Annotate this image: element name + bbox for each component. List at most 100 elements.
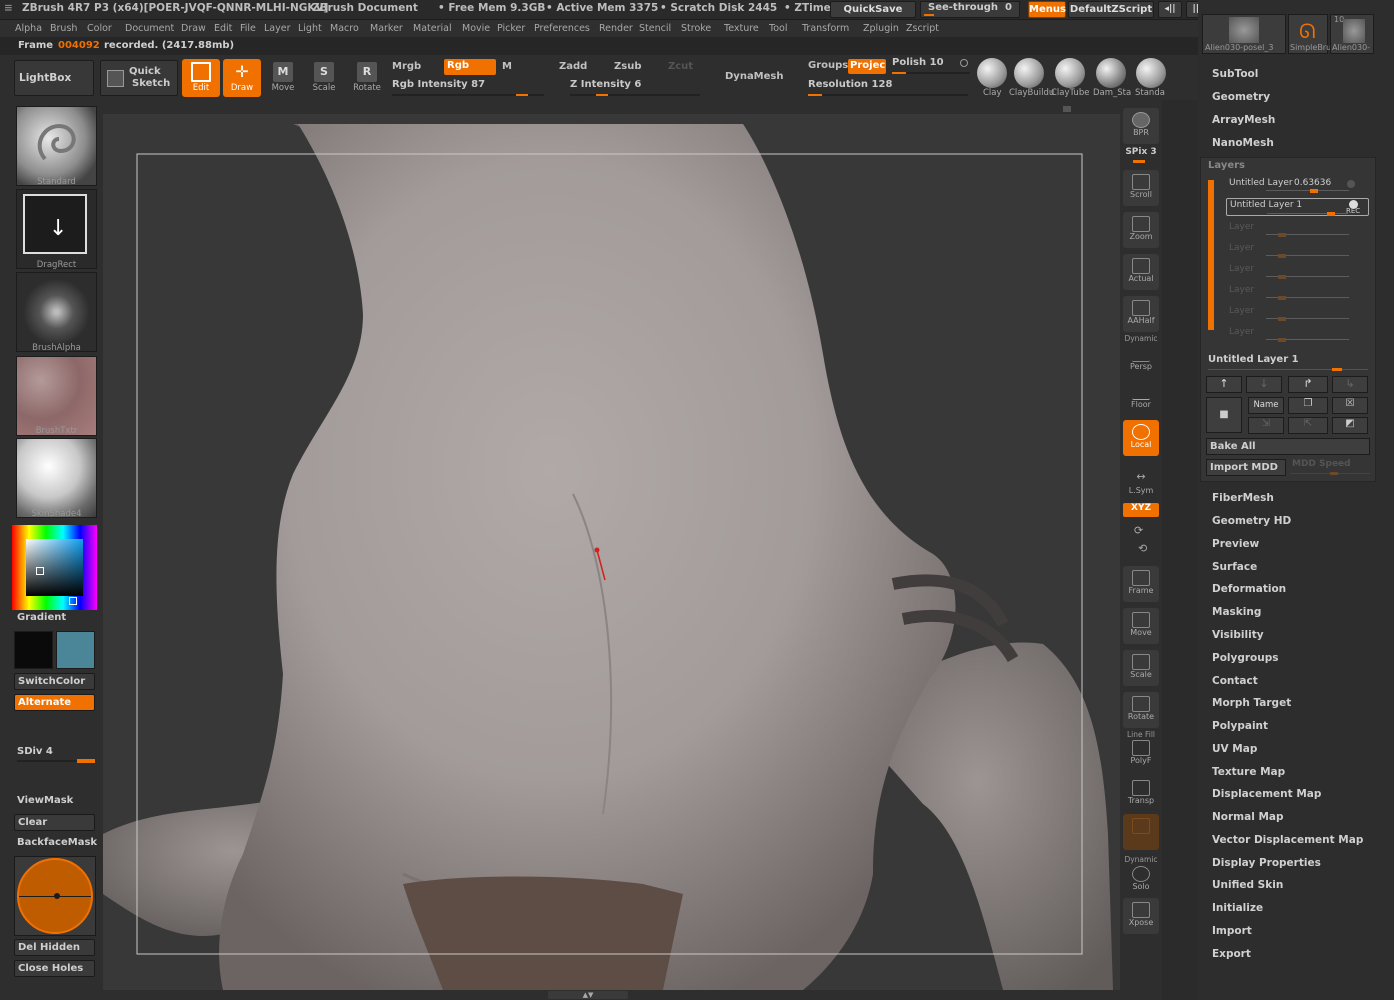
- deformation-item[interactable]: Deformation: [1212, 583, 1286, 595]
- close-holes-button[interactable]: Close Holes: [14, 960, 95, 977]
- normal-map-item[interactable]: Normal Map: [1212, 811, 1284, 823]
- menu-draw[interactable]: Draw: [181, 23, 206, 34]
- solo-button[interactable]: Solo: [1123, 862, 1159, 898]
- tool-thumb-1[interactable]: Alien030-posel_3: [1202, 14, 1286, 54]
- menu-preferences[interactable]: Preferences: [534, 23, 590, 34]
- m-button[interactable]: M: [502, 61, 512, 72]
- layer-settings-icon[interactable]: ◩: [1332, 417, 1368, 434]
- menu-macro[interactable]: Macro: [330, 23, 359, 34]
- menu-render[interactable]: Render: [599, 23, 633, 34]
- menu-stroke[interactable]: Stroke: [681, 23, 711, 34]
- aahalf-button[interactable]: AAHalf: [1123, 296, 1159, 332]
- import-mdd-button[interactable]: Import MDD: [1206, 459, 1286, 476]
- masking-item[interactable]: Masking: [1212, 606, 1261, 618]
- alternate-button[interactable]: Alternate: [14, 694, 95, 711]
- layer-1-rec[interactable]: REC: [1346, 207, 1360, 215]
- lightbox-button[interactable]: LightBox: [14, 60, 94, 96]
- zoom-button[interactable]: Zoom: [1123, 212, 1159, 248]
- texture-map-item[interactable]: Texture Map: [1212, 766, 1285, 778]
- actual-button[interactable]: Actual: [1123, 254, 1159, 290]
- menus-button[interactable]: Menus: [1028, 1, 1066, 18]
- name-button[interactable]: Name: [1248, 397, 1284, 414]
- tool-thumb-2[interactable]: ᘏ SimpleBrush: [1288, 14, 1340, 54]
- import-item[interactable]: Import: [1212, 925, 1252, 937]
- alpha-thumbnail[interactable]: [16, 272, 97, 352]
- clear-button[interactable]: Clear: [14, 814, 95, 831]
- displacement-map-item[interactable]: Displacement Map: [1212, 788, 1321, 800]
- lazy-mouse-dial[interactable]: [14, 856, 96, 936]
- move-layer-down-icon[interactable]: ↓: [1246, 376, 1282, 393]
- menu-light[interactable]: Light: [298, 23, 322, 34]
- geometry-hd-item[interactable]: Geometry HD: [1212, 515, 1291, 527]
- unified-skin-item[interactable]: Unified Skin: [1212, 879, 1283, 891]
- preview-item[interactable]: Preview: [1212, 538, 1259, 550]
- rgb-intensity-slider[interactable]: Rgb Intensity 87: [392, 79, 544, 96]
- nanomesh-item[interactable]: NanoMesh: [1212, 137, 1274, 149]
- secondary-color-swatch[interactable]: [56, 631, 95, 669]
- sym-rotate-2-icon[interactable]: ⟲: [1138, 542, 1147, 555]
- layers-title[interactable]: Layers: [1208, 160, 1245, 171]
- scroll-button[interactable]: Scroll: [1123, 170, 1159, 206]
- polypaint-item[interactable]: Polypaint: [1212, 720, 1268, 732]
- draw-button[interactable]: ✛ Draw: [223, 59, 261, 97]
- vector-displacement-map-item[interactable]: Vector Displacement Map: [1212, 834, 1363, 846]
- layer-scrollbar[interactable]: [1208, 180, 1214, 330]
- polish-toggle-icon[interactable]: [960, 59, 968, 67]
- sym-rotate-icon[interactable]: ⟳: [1134, 524, 1143, 537]
- new-layer-icon[interactable]: ■: [1206, 397, 1242, 433]
- texture-thumbnail[interactable]: [16, 356, 97, 436]
- floor-button[interactable]: Floor: [1123, 380, 1159, 416]
- del-hidden-button[interactable]: Del Hidden: [14, 939, 95, 956]
- xyz-button[interactable]: XYZ: [1123, 503, 1159, 517]
- move-layer-up-icon[interactable]: ↑: [1206, 376, 1242, 393]
- menu-color[interactable]: Color: [87, 23, 112, 34]
- menu-brush[interactable]: Brush: [50, 23, 77, 34]
- menu-alpha[interactable]: Alpha: [15, 23, 42, 34]
- z-intensity-slider[interactable]: Z Intensity 6: [570, 79, 700, 96]
- visibility-item[interactable]: Visibility: [1212, 629, 1264, 641]
- lsym-button[interactable]: ↔ L.Sym: [1123, 466, 1159, 502]
- scale-button[interactable]: S Scale: [305, 59, 343, 97]
- color-square[interactable]: [26, 539, 83, 605]
- gradient-label[interactable]: Gradient: [17, 612, 66, 623]
- layer-forward-icon[interactable]: ↱: [1288, 376, 1328, 393]
- scroll-handle[interactable]: [1063, 106, 1071, 112]
- color-picker[interactable]: [12, 525, 97, 610]
- project-button[interactable]: Projec: [848, 59, 886, 74]
- standard-brush-icon[interactable]: [1136, 58, 1166, 88]
- geometry-item[interactable]: Geometry: [1212, 91, 1270, 103]
- sdiv-slider[interactable]: SDiv 4: [17, 746, 95, 764]
- see-through-slider[interactable]: See-through 0: [920, 1, 1020, 18]
- claybuildup-brush-icon[interactable]: [1014, 58, 1044, 88]
- claytubes-brush-icon[interactable]: [1055, 58, 1085, 88]
- menu-texture[interactable]: Texture: [724, 23, 759, 34]
- polygroups-item[interactable]: Polygroups: [1212, 652, 1279, 664]
- default-zscript-button[interactable]: DefaultZScript: [1068, 1, 1154, 18]
- switchcolor-button[interactable]: SwitchColor: [14, 673, 95, 690]
- spix-slider[interactable]: SPix 3: [1123, 147, 1159, 163]
- mrgb-button[interactable]: Mrgb: [392, 61, 421, 72]
- bake-all-button[interactable]: Bake All: [1206, 438, 1370, 455]
- rotate-view-button[interactable]: Rotate: [1123, 692, 1159, 728]
- mdd-speed-slider[interactable]: MDD Speed: [1290, 459, 1370, 476]
- quick-sketch-button[interactable]: Quick Sketch: [100, 60, 178, 96]
- menu-file[interactable]: File: [240, 23, 256, 34]
- material-thumbnail[interactable]: [16, 438, 97, 518]
- menu-transform[interactable]: Transform: [802, 23, 849, 34]
- brush-thumbnail[interactable]: [16, 106, 97, 186]
- arraymesh-item[interactable]: ArrayMesh: [1212, 114, 1275, 126]
- layer-row-1[interactable]: Untitled Layer 1 REC: [1226, 198, 1369, 216]
- delete-layer-icon[interactable]: ☒: [1332, 397, 1368, 414]
- backfacemask-label[interactable]: BackfaceMask: [17, 837, 97, 848]
- menu-zplugin[interactable]: Zplugin: [863, 23, 899, 34]
- stroke-thumbnail[interactable]: ↓: [16, 189, 97, 269]
- menu-document[interactable]: Document: [125, 23, 174, 34]
- menu-movie[interactable]: Movie: [462, 23, 490, 34]
- zadd-button[interactable]: Zadd: [559, 61, 587, 72]
- export-item[interactable]: Export: [1212, 948, 1251, 960]
- rgb-button[interactable]: Rgb: [444, 59, 496, 75]
- scale-view-button[interactable]: Scale: [1123, 650, 1159, 686]
- menu-picker[interactable]: Picker: [497, 23, 525, 34]
- sculpt-model[interactable]: [103, 114, 1120, 990]
- dynamesh-button[interactable]: DynaMesh: [725, 71, 784, 82]
